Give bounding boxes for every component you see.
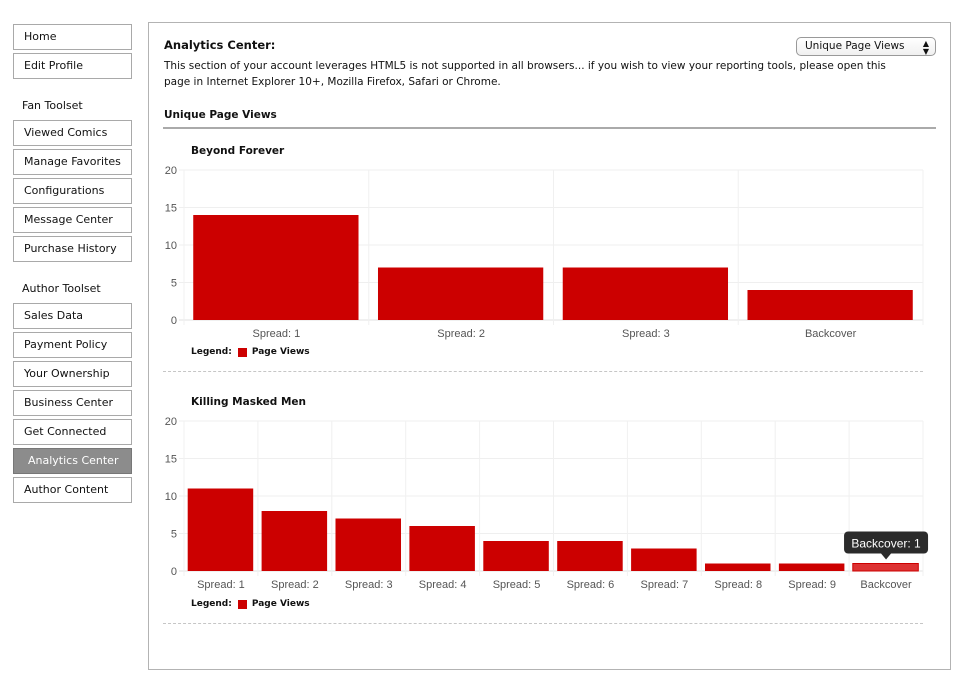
x-tick-label: Spread: 6	[567, 579, 615, 591]
nav-item-purchase-history[interactable]: Purchase History	[13, 236, 132, 262]
x-tick-label: Spread: 4	[419, 579, 467, 591]
nav-item-author-content[interactable]: Author Content	[13, 477, 132, 503]
chart-divider	[163, 371, 923, 372]
bar[interactable]	[631, 548, 697, 572]
x-tick-label: Spread: 1	[197, 579, 245, 591]
report-type-selected-value: Unique Page Views	[805, 40, 905, 52]
tooltip-pointer	[881, 553, 892, 560]
sidebar-nav: Home Edit Profile Fan Toolset Viewed Com…	[13, 24, 132, 506]
section-divider	[163, 127, 936, 129]
x-tick-label: Spread: 3	[622, 328, 670, 340]
legend-series-name: Page Views	[251, 599, 310, 609]
nav-item-manage-favorites[interactable]: Manage Favorites	[13, 149, 132, 175]
y-tick-label: 10	[165, 491, 177, 503]
chart-title: Killing Masked Men	[191, 396, 307, 408]
nav-item-business-center[interactable]: Business Center	[13, 390, 132, 416]
report-type-select[interactable]: Unique Page Views ▲ ▼	[796, 37, 936, 56]
x-tick-label: Spread: 7	[640, 579, 688, 591]
x-tick-label: Spread: 1	[253, 328, 301, 340]
x-tick-label: Spread: 8	[714, 579, 762, 591]
bar[interactable]	[852, 563, 919, 572]
nav-item-edit-profile[interactable]: Edit Profile	[13, 53, 132, 79]
nav-item-get-connected[interactable]: Get Connected	[13, 419, 132, 445]
fan-toolset-heading: Fan Toolset	[22, 99, 83, 112]
chart-title: Beyond Forever	[191, 145, 285, 157]
legend-swatch	[237, 599, 247, 609]
chart-legend: Legend: Page Views	[191, 347, 310, 357]
legend-series-name: Page Views	[251, 347, 310, 357]
nav-item-your-ownership[interactable]: Your Ownership	[13, 361, 132, 387]
main-panel: Analytics Center: This section of your a…	[148, 22, 951, 670]
nav-item-sales-data[interactable]: Sales Data	[13, 303, 132, 329]
legend-swatch	[237, 347, 247, 357]
bar[interactable]	[557, 541, 623, 571]
chart-beyond-forever: Beyond Forever 0 5 10 15 20 Spread: 1 Spread: …	[149, 141, 950, 376]
bar-chart-svg: 0 5 10 15 20 Spread: 1 Spread: 2 Spread: 3 Sprea…	[165, 416, 929, 591]
nav-item-configurations[interactable]: Configurations	[13, 178, 132, 204]
y-tick-label: 5	[171, 529, 177, 541]
y-tick-label: 20	[165, 165, 177, 177]
bar[interactable]	[187, 488, 254, 572]
updown-arrows-icon: ▲ ▼	[922, 39, 929, 56]
bar[interactable]	[747, 290, 913, 320]
chart-killing-masked-men: Killing Masked Men 0 5 10 15 20 Spread: 1 Spre…	[149, 392, 950, 627]
x-tick-label: Spread: 3	[345, 579, 393, 591]
nav-item-message-center[interactable]: Message Center	[13, 207, 132, 233]
y-tick-label: 15	[165, 454, 177, 466]
y-tick-label: 15	[165, 203, 177, 215]
nav-item-viewed-comics[interactable]: Viewed Comics	[13, 120, 132, 146]
y-tick-label: 10	[165, 240, 177, 252]
y-tick-label: 5	[171, 278, 177, 290]
y-tick-label: 20	[165, 416, 177, 428]
bar[interactable]	[335, 518, 402, 572]
bar[interactable]	[483, 541, 549, 571]
chart-divider	[163, 623, 923, 624]
nav-item-analytics-center[interactable]: Analytics Center	[13, 448, 132, 474]
x-tick-label: Spread: 2	[437, 328, 485, 340]
browser-support-notice: This section of your account leverages H…	[164, 60, 886, 88]
bar[interactable]	[409, 526, 475, 571]
bar[interactable]	[562, 267, 729, 321]
bar-tooltip: Backcover: 1	[844, 531, 929, 560]
bar[interactable]	[261, 511, 328, 571]
nav-item-payment-policy[interactable]: Payment Policy	[13, 332, 132, 358]
x-tick-label: Spread: 9	[788, 579, 836, 591]
bar-chart-svg: 0 5 10 15 20 Spread: 1 Spread: 2 Spread: 3 Backc…	[165, 165, 924, 340]
legend-label: Legend:	[191, 599, 232, 609]
x-tick-label: Backcover	[805, 328, 857, 340]
tooltip-text: Backcover: 1	[851, 537, 921, 551]
page-title: Analytics Center:	[164, 38, 276, 52]
bar[interactable]	[193, 215, 359, 320]
y-tick-label: 0	[171, 315, 177, 327]
x-tick-label: Spread: 5	[493, 579, 541, 591]
author-toolset-heading: Author Toolset	[22, 282, 101, 295]
nav-item-home[interactable]: Home	[13, 24, 132, 50]
x-tick-label: Backcover	[860, 579, 912, 591]
bar[interactable]	[778, 563, 845, 572]
x-tick-label: Spread: 2	[271, 579, 319, 591]
legend-label: Legend:	[191, 347, 232, 357]
chart-legend: Legend: Page Views	[191, 599, 310, 609]
bar[interactable]	[377, 267, 544, 321]
section-title: Unique Page Views	[164, 109, 277, 121]
y-tick-label: 0	[171, 566, 177, 578]
bar[interactable]	[704, 563, 771, 572]
